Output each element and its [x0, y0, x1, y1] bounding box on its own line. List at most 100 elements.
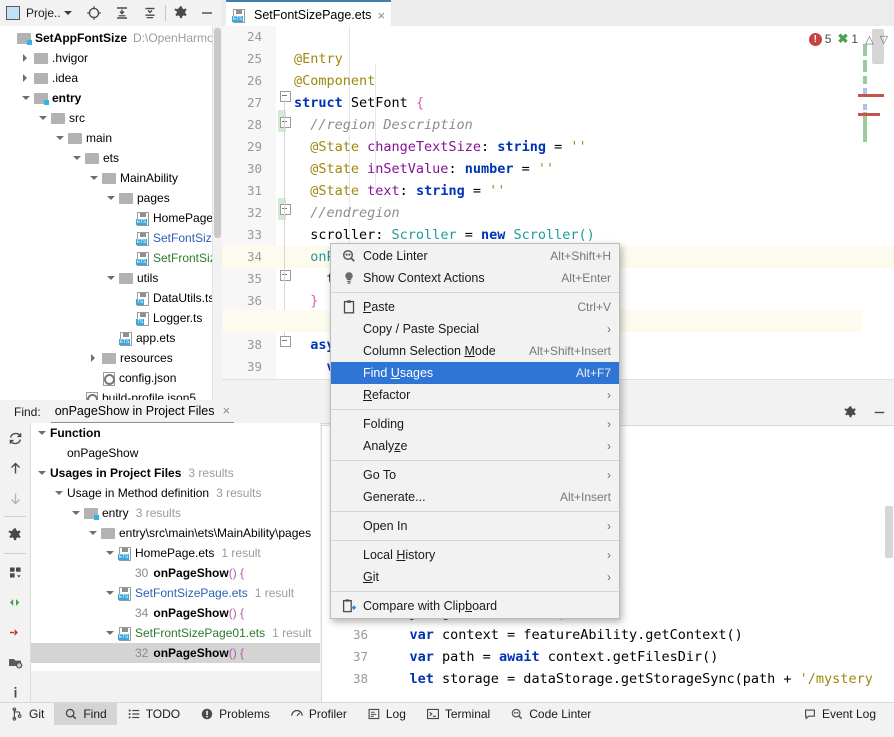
find-result-row[interactable]: entry3 results	[31, 503, 320, 523]
menu-item-local-history[interactable]: Local History›	[331, 544, 619, 566]
tree-item-setfrontsizep[interactable]: ETSSetFrontSizeP	[0, 248, 222, 268]
scrollbar-thumb[interactable]	[885, 506, 893, 558]
chevron-down-icon[interactable]	[105, 628, 116, 639]
group-by-button[interactable]	[0, 557, 30, 587]
status-bar-item-find[interactable]: Find	[54, 703, 116, 725]
chevron-down-icon[interactable]	[54, 488, 65, 499]
status-bar-item-code-linter[interactable]: Code Linter	[500, 703, 601, 725]
tree-item-utils[interactable]: utils	[0, 268, 222, 288]
find-settings-button[interactable]	[0, 520, 30, 550]
chevron-down-icon[interactable]: ▽	[880, 33, 888, 46]
close-icon[interactable]: ×	[377, 9, 385, 22]
collapse-all-button[interactable]	[0, 617, 30, 647]
chevron-down-icon[interactable]	[21, 93, 32, 104]
menu-item-refactor[interactable]: Refactor›	[331, 384, 619, 406]
expand-all-button[interactable]	[0, 587, 30, 617]
find-session-tab[interactable]: onPageShow in Project Files ×	[51, 400, 234, 424]
open-in-find-window-button[interactable]	[0, 647, 30, 677]
project-pane-scrollbar[interactable]	[212, 26, 222, 400]
inspection-status-widget[interactable]: ! 5 ✖ 1 △ ▽	[809, 28, 891, 50]
close-icon[interactable]: ×	[223, 403, 231, 418]
stripe-mark[interactable]	[863, 112, 867, 142]
menu-item-copy-paste-special[interactable]: Copy / Paste Special›	[331, 318, 619, 340]
previous-occurrence-button[interactable]	[0, 453, 30, 483]
locate-file-button[interactable]	[83, 0, 105, 26]
find-result-row[interactable]: ETSSetFontSizePage.ets1 result	[31, 583, 320, 603]
chevron-down-icon[interactable]	[105, 588, 116, 599]
find-results-tree[interactable]: FunctiononPageShowUsages in Project File…	[31, 423, 320, 680]
tree-item--idea[interactable]: .idea	[0, 68, 222, 88]
status-bar-item-profiler[interactable]: Profiler	[280, 703, 357, 725]
chevron-right-icon[interactable]	[21, 53, 32, 64]
collapse-all-button[interactable]	[139, 0, 161, 26]
editor-context-menu[interactable]: Code LinterAlt+Shift+HShow Context Actio…	[330, 243, 620, 619]
find-result-row[interactable]: 34onPageShow() {	[31, 603, 320, 623]
menu-item-folding[interactable]: Folding›	[331, 413, 619, 435]
scrollbar-thumb[interactable]	[214, 28, 221, 238]
find-result-row[interactable]: ETSSetFrontSizePage01.ets1 result	[31, 623, 320, 643]
hide-panel-button[interactable]	[196, 0, 218, 26]
tree-item-app-ets[interactable]: ETSapp.ets	[0, 328, 222, 348]
chevron-down-icon[interactable]	[37, 428, 48, 439]
chevron-down-icon[interactable]	[88, 528, 99, 539]
chevron-down-icon[interactable]	[71, 508, 82, 519]
chevron-down-icon[interactable]	[37, 468, 48, 479]
menu-item-show-context-actions[interactable]: Show Context ActionsAlt+Enter	[331, 267, 619, 289]
fold-marker[interactable]	[280, 204, 291, 215]
chevron-down-icon[interactable]	[55, 133, 66, 144]
find-result-row[interactable]: Function	[31, 423, 320, 443]
menu-item-code-linter[interactable]: Code LinterAlt+Shift+H	[331, 245, 619, 267]
tree-item-config-json[interactable]: config.json	[0, 368, 222, 388]
tree-item-setfontsizepa[interactable]: ETSSetFontSizePa	[0, 228, 222, 248]
chevron-down-icon[interactable]	[106, 273, 117, 284]
settings-gear-icon[interactable]	[843, 405, 858, 420]
find-result-row[interactable]: Usage in Method definition3 results	[31, 483, 320, 503]
menu-item-generate[interactable]: Generate...Alt+Insert	[331, 486, 619, 508]
menu-item-find-usages[interactable]: Find UsagesAlt+F7	[331, 362, 619, 384]
chevron-up-icon[interactable]: △	[865, 33, 873, 46]
tree-item-pages[interactable]: pages	[0, 188, 222, 208]
next-occurrence-button[interactable]	[0, 483, 30, 513]
status-bar-item-problems[interactable]: Problems	[190, 703, 280, 725]
menu-item-compare-with-clipboard[interactable]: Compare with Clipboard	[331, 595, 619, 617]
tree-item--hvigor[interactable]: .hvigor	[0, 48, 222, 68]
fold-marker[interactable]	[280, 336, 291, 347]
tree-item-logger-ts[interactable]: TSLogger.ts	[0, 308, 222, 328]
hide-icon[interactable]	[872, 405, 887, 420]
tree-item-datautils-ts[interactable]: TSDataUtils.ts	[0, 288, 222, 308]
menu-item-paste[interactable]: PasteCtrl+V	[331, 296, 619, 318]
status-bar-item-event-log[interactable]: Event Log	[793, 703, 886, 725]
project-settings-button[interactable]	[170, 0, 192, 26]
find-result-row[interactable]: 32onPageShow() {	[31, 643, 320, 663]
rerun-search-button[interactable]	[0, 423, 30, 453]
chevron-right-icon[interactable]	[89, 353, 100, 364]
tree-item-build-profile-json5[interactable]: build-profile.json5	[0, 388, 222, 400]
find-result-row[interactable]: ETSHomePage.ets1 result	[31, 543, 320, 563]
status-bar-item-log[interactable]: Log	[357, 703, 416, 725]
tree-item-setappfontsize[interactable]: SetAppFontSizeD:\OpenHarmonyS	[0, 28, 222, 48]
menu-item-column-selection-mode[interactable]: Column Selection ModeAlt+Shift+Insert	[331, 340, 619, 362]
tree-item-src[interactable]: src	[0, 108, 222, 128]
stripe-mark[interactable]	[863, 104, 867, 110]
find-result-row[interactable]: onPageShow	[31, 443, 320, 463]
preview-scrollbar[interactable]	[884, 426, 894, 703]
chevron-down-icon[interactable]	[105, 548, 116, 559]
chevron-down-icon[interactable]	[106, 193, 117, 204]
find-result-row[interactable]: Usages in Project Files3 results	[31, 463, 320, 483]
editor-tab-setfontsizepage[interactable]: ETS SetFontSizePage.ets ×	[226, 0, 391, 28]
menu-item-go-to[interactable]: Go To›	[331, 464, 619, 486]
tree-item-main[interactable]: main	[0, 128, 222, 148]
tree-item-ets[interactable]: ets	[0, 148, 222, 168]
chevron-down-icon[interactable]	[72, 153, 83, 164]
editor-scrollbar[interactable]	[872, 26, 884, 400]
stripe-mark[interactable]	[863, 60, 867, 72]
find-result-row[interactable]: 30onPageShow() {	[31, 563, 320, 583]
tree-item-homepage-et[interactable]: ETSHomePage.et	[0, 208, 222, 228]
menu-item-open-in[interactable]: Open In›	[331, 515, 619, 537]
project-view-selector[interactable]: Proje..	[0, 0, 75, 26]
stripe-mark[interactable]	[863, 76, 867, 84]
find-result-row[interactable]: entry\src\main\ets\MainAbility\pages	[31, 523, 320, 543]
chevron-down-icon[interactable]	[38, 113, 49, 124]
fold-marker[interactable]	[280, 91, 291, 102]
find-results-hscrollbar[interactable]	[31, 671, 320, 680]
